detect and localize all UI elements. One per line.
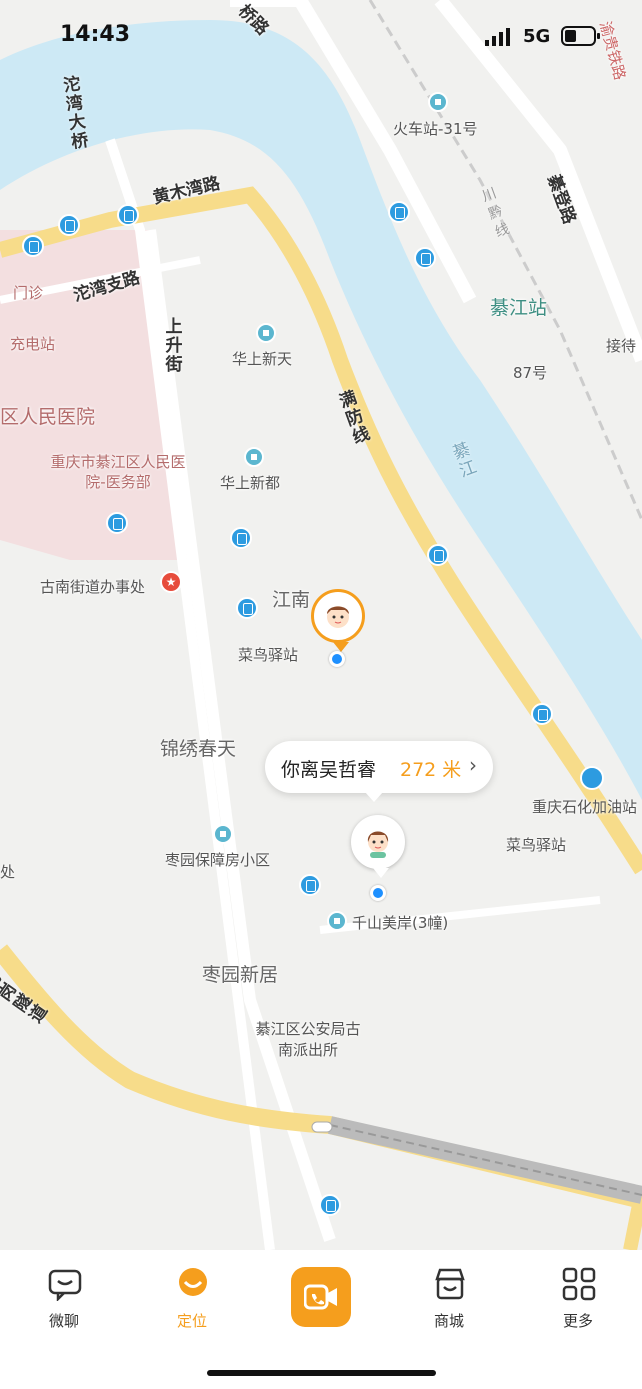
parking-icon	[106, 512, 128, 534]
tab-more-label: 更多	[562, 1312, 593, 1330]
chevron-right-icon: ›	[469, 753, 477, 777]
signal-icon	[485, 28, 510, 46]
grid-icon	[562, 1267, 596, 1301]
road-label-shangsheng: 上升街	[165, 317, 183, 375]
place-chu: 处	[0, 863, 16, 881]
battery-icon	[561, 26, 600, 46]
bus-stop-icon[interactable]	[117, 204, 139, 226]
place-huashang-xindu: 华上新都	[220, 474, 281, 492]
tab-chat[interactable]: 微聊	[0, 1250, 128, 1350]
building-icon	[213, 824, 233, 844]
tab-location[interactable]: 定位	[128, 1250, 256, 1350]
bus-stop-icon[interactable]	[22, 235, 44, 257]
building-icon	[244, 447, 264, 467]
place-cainiao-1: 菜鸟驿站	[238, 646, 299, 664]
place-huashang-xintian: 华上新天	[232, 350, 293, 368]
place-hospital-full: 重庆市綦江区人民医院-医务部	[50, 453, 186, 491]
bus-stop-icon[interactable]	[388, 201, 410, 223]
distance-bubble[interactable]: 你离吴哲睿 272 米 ›	[265, 741, 493, 802]
place-jinxiu: 锦绣春天	[160, 738, 237, 760]
place-charging: 充电站	[10, 335, 56, 353]
place-jiedai: 接待	[606, 337, 637, 355]
building-icon	[327, 911, 347, 931]
place-menzhen: 门诊	[13, 284, 44, 302]
place-police: 綦江区公安局古南派出所	[255, 1020, 361, 1059]
bottom-tab-bar: 微聊 定位 商城 更多	[0, 1250, 642, 1389]
bus-stop-icon[interactable]	[531, 703, 553, 725]
home-indicator[interactable]	[207, 1370, 436, 1376]
government-star-icon: ★	[160, 571, 182, 593]
place-jiangnan: 江南	[272, 589, 311, 611]
status-time: 14:43	[60, 22, 131, 47]
place-sinopec: 重庆石化加油站	[532, 798, 638, 816]
bus-stop-icon[interactable]	[236, 597, 258, 619]
bus-stop-icon[interactable]	[230, 527, 252, 549]
status-bar: 14:43 5G	[0, 0, 642, 72]
bus-stop-icon[interactable]	[299, 874, 321, 896]
location-smile-icon	[179, 1268, 207, 1296]
boy-avatar-icon	[327, 606, 349, 628]
tab-more[interactable]: 更多	[514, 1250, 642, 1350]
place-87: 87号	[513, 364, 548, 382]
shop-icon	[435, 1268, 465, 1300]
building-icon	[428, 92, 448, 112]
tab-video-call[interactable]	[257, 1250, 385, 1350]
chat-icon	[48, 1269, 82, 1301]
place-qianshan: 千山美岸(3幢)	[352, 914, 449, 932]
self-location-dot	[329, 651, 345, 667]
bus-stop-icon[interactable]	[319, 1194, 341, 1216]
distance-value: 272 米	[400, 759, 462, 781]
bus-stop-icon[interactable]	[427, 544, 449, 566]
tab-shop-label: 商城	[433, 1312, 464, 1330]
network-type: 5G	[523, 26, 551, 47]
place-cainiao-2: 菜鸟驿站	[506, 836, 567, 854]
place-gunan-office: 古南街道办事处	[40, 578, 146, 596]
place-qijiang-station: 綦江站	[490, 297, 548, 319]
target-avatar-pin[interactable]	[351, 815, 405, 878]
place-zaoyuan-xinju: 枣园新居	[202, 964, 279, 986]
girl-avatar-icon	[367, 831, 389, 858]
self-avatar-pin[interactable]	[311, 589, 365, 652]
building-icon	[256, 323, 276, 343]
place-hospital: 区人民医院	[0, 406, 96, 428]
tab-shop[interactable]: 商城	[385, 1250, 513, 1350]
map-view[interactable]: 黄木湾路 沱湾支路 桥路 綦登路 渝贵铁路 沱湾大桥 上升街 满防线 川黔线 綦…	[0, 0, 642, 1250]
video-call-icon	[304, 1284, 337, 1310]
tab-location-label: 定位	[176, 1312, 207, 1330]
target-location-dot	[370, 885, 386, 901]
place-zaoyuan-housing: 枣园保障房小区	[165, 851, 271, 869]
tab-chat-label: 微聊	[48, 1312, 79, 1330]
bus-stop-icon[interactable]	[58, 214, 80, 236]
bus-stop-icon[interactable]	[414, 247, 436, 269]
video-call-button[interactable]	[291, 1267, 351, 1327]
place-train-station: 火车站-31号	[393, 120, 478, 138]
gas-station-icon	[580, 766, 604, 790]
distance-text: 你离吴哲睿	[281, 759, 377, 781]
